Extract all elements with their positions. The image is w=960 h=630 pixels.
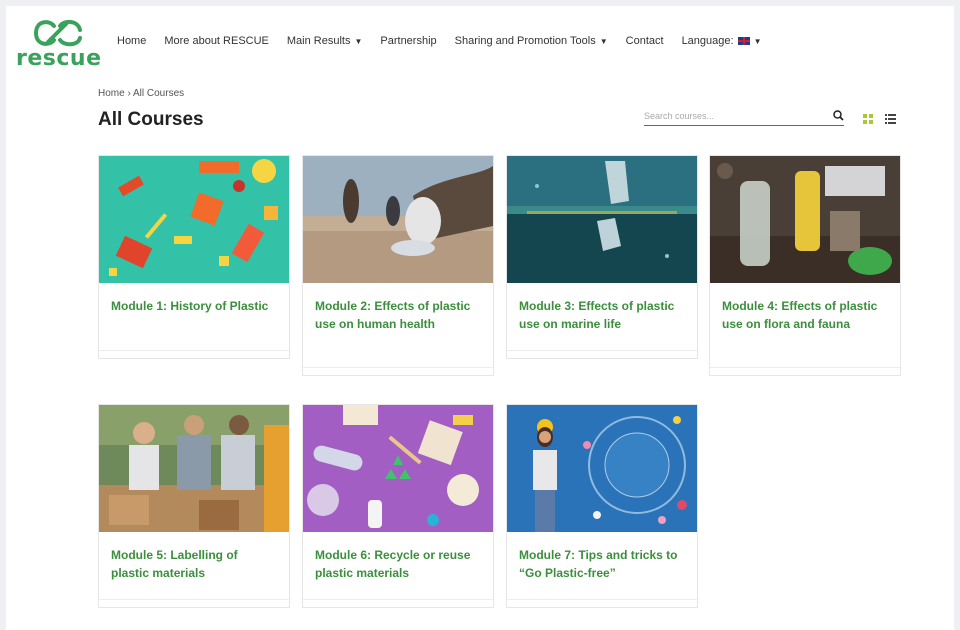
course-title: Module 6: Recycle or reuse plastic mater…: [315, 548, 471, 580]
card-footer: [99, 599, 289, 607]
course-title: Module 1: History of Plastic: [111, 299, 269, 313]
search-input[interactable]: [644, 109, 824, 121]
breadcrumb: Home › All Courses: [98, 88, 185, 99]
caret-down-icon: ▼: [753, 36, 762, 46]
main-nav: Home More about RESCUE Main Results ▼ Par…: [117, 35, 779, 47]
course-thumbnail-image: [99, 405, 289, 532]
card-footer: [507, 599, 697, 607]
nav-language[interactable]: Language: ▼: [682, 35, 762, 47]
course-title: Module 2: Effects of plastic use on huma…: [315, 299, 471, 331]
card-footer: [303, 367, 493, 375]
course-title: Module 4: Effects of plastic use on flor…: [722, 299, 878, 331]
page: rescue Home More about RESCUE Main Resul…: [6, 6, 954, 630]
course-title: Module 3: Effects of plastic use on mari…: [519, 299, 675, 331]
course-thumbnail-image: [507, 405, 697, 532]
list-view-icon[interactable]: [885, 114, 896, 124]
nav-more-about[interactable]: More about RESCUE: [164, 35, 269, 47]
card-footer: [303, 599, 493, 607]
card-footer: [710, 367, 900, 375]
nav-contact[interactable]: Contact: [626, 35, 664, 47]
card-footer: [507, 350, 697, 358]
caret-down-icon: ▼: [354, 36, 363, 46]
infinity-logo-icon: [33, 19, 82, 47]
search-box: [644, 106, 844, 126]
grid-view-icon[interactable]: [863, 114, 873, 124]
nav-main-results[interactable]: Main Results ▼: [287, 35, 363, 47]
uk-flag-icon: [737, 37, 750, 45]
rescue-logo[interactable]: rescue: [16, 18, 102, 74]
caret-down-icon: ▼: [599, 36, 608, 46]
course-title: Module 5: Labelling of plastic materials: [111, 548, 238, 580]
course-thumbnail-image: [99, 156, 289, 283]
course-card-module-5[interactable]: Module 5: Labelling of plastic materials: [98, 404, 290, 608]
course-thumbnail-image: [303, 405, 493, 532]
course-card-module-7[interactable]: Module 7: Tips and tricks to “Go Plastic…: [506, 404, 698, 608]
nav-partnership[interactable]: Partnership: [380, 35, 436, 47]
course-card-module-2[interactable]: Module 2: Effects of plastic use on huma…: [302, 155, 494, 376]
search-icon[interactable]: [833, 110, 844, 121]
course-thumbnail-image: [303, 156, 493, 283]
nav-home[interactable]: Home: [117, 35, 146, 47]
course-card-module-4[interactable]: Module 4: Effects of plastic use on flor…: [709, 155, 901, 376]
course-card-module-1[interactable]: Module 1: History of Plastic: [98, 155, 290, 359]
course-card-module-3[interactable]: Module 3: Effects of plastic use on mari…: [506, 155, 698, 359]
course-thumbnail-image: [710, 156, 900, 283]
logo-text: rescue: [16, 46, 102, 71]
page-title: All Courses: [98, 109, 204, 130]
nav-sharing-tools[interactable]: Sharing and Promotion Tools ▼: [455, 35, 608, 47]
course-card-module-6[interactable]: Module 6: Recycle or reuse plastic mater…: [302, 404, 494, 608]
card-footer: [99, 350, 289, 358]
course-title: Module 7: Tips and tricks to “Go Plastic…: [519, 548, 678, 580]
course-thumbnail-image: [507, 156, 697, 283]
